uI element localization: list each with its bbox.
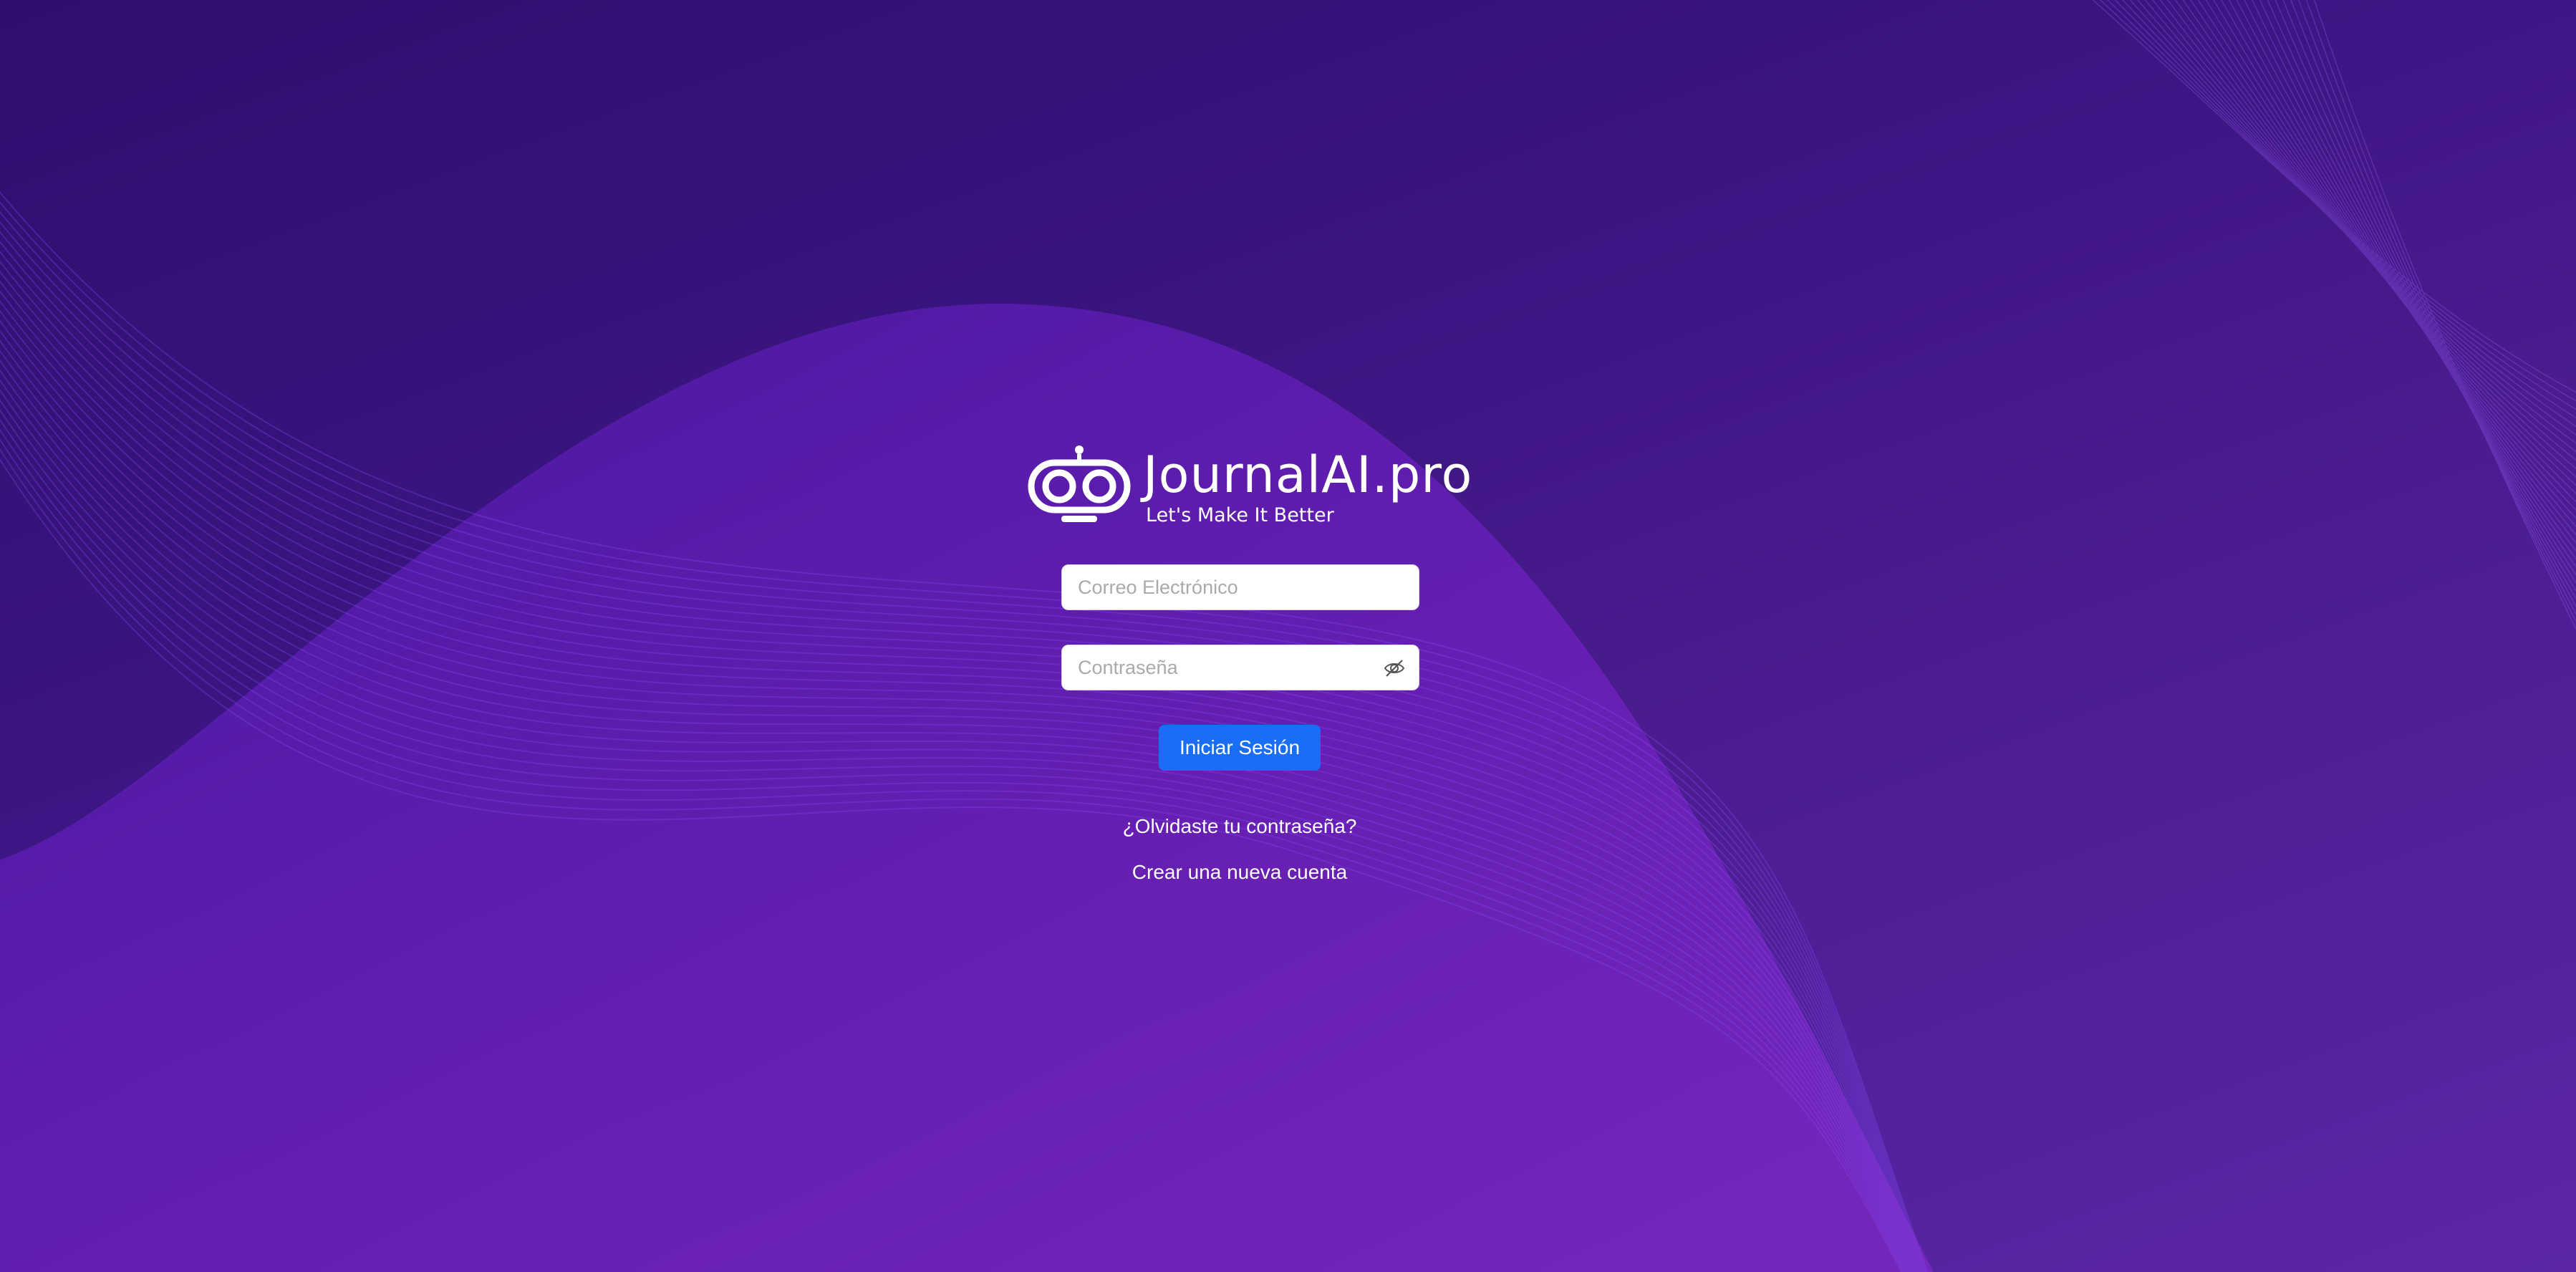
email-field[interactable] bbox=[1061, 564, 1419, 610]
background-corner-line bbox=[2092, 0, 2576, 393]
forgot-password-link[interactable]: ¿Olvidaste tu contraseña? bbox=[1021, 815, 1458, 838]
robot-eyes-logo-icon bbox=[1028, 445, 1131, 522]
background-corner-lines bbox=[2092, 0, 2576, 631]
password-input[interactable] bbox=[1062, 645, 1419, 690]
email-input[interactable] bbox=[1062, 565, 1419, 610]
brand-logo: JournalAI.pro Let's Make It Better bbox=[1027, 444, 1472, 530]
background-corner-line bbox=[2151, 0, 2576, 461]
background-corner-line bbox=[2167, 0, 2576, 478]
brand-tagline: Let's Make It Better bbox=[1146, 504, 1334, 526]
password-field[interactable] bbox=[1061, 645, 1419, 690]
eye-slash-icon[interactable] bbox=[1383, 657, 1406, 680]
create-account-link[interactable]: Crear una nueva cuenta bbox=[1021, 861, 1458, 884]
background-corner-line bbox=[2114, 0, 2576, 419]
background-corner-line bbox=[2290, 0, 2576, 608]
login-button[interactable]: Iniciar Sesión bbox=[1159, 725, 1321, 771]
background-corner-line bbox=[2298, 0, 2576, 615]
brand-name: JournalAI.pro bbox=[1143, 445, 1473, 504]
login-card: JournalAI.pro Let's Make It Better Inici… bbox=[1021, 444, 1472, 902]
background-corner-line bbox=[2182, 0, 2576, 495]
background-corner-line bbox=[2305, 0, 2576, 623]
